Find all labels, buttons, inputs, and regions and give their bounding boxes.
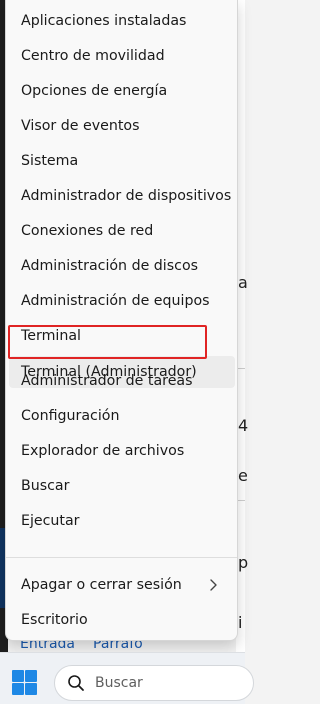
windows-logo-icon[interactable] <box>12 670 37 695</box>
taskbar-search-box[interactable] <box>54 665 254 701</box>
menu-item-run[interactable]: Ejecutar <box>6 506 237 536</box>
background-text-fragment: 4 <box>238 416 249 435</box>
menu-item-file-explorer[interactable]: Explorador de archivos <box>6 436 237 466</box>
menu-item-computer-management[interactable]: Administración de equipos <box>6 286 237 316</box>
menu-separator <box>6 557 237 558</box>
menu-item-disk-management[interactable]: Administración de discos <box>6 251 237 281</box>
background-text-fragment: i <box>238 613 243 632</box>
quick-link-menu: Aplicaciones instaladas Centro de movili… <box>5 0 238 641</box>
menu-item-desktop[interactable]: Escritorio <box>6 605 237 635</box>
search-input[interactable] <box>95 675 225 691</box>
menu-item-settings[interactable]: Configuración <box>6 401 237 431</box>
menu-item-task-manager[interactable]: Administrador de tareas <box>6 366 237 396</box>
background-text-fragment: p <box>238 553 249 572</box>
menu-item-search[interactable]: Buscar <box>6 471 237 501</box>
menu-item-mobility-center[interactable]: Centro de movilidad <box>6 41 237 71</box>
menu-item-event-viewer[interactable]: Visor de eventos <box>6 111 237 141</box>
menu-item-power-options[interactable]: Opciones de energía <box>6 76 237 106</box>
menu-item-device-manager[interactable]: Administrador de dispositivos <box>6 181 237 211</box>
search-icon <box>68 675 84 691</box>
menu-item-installed-apps[interactable]: Aplicaciones instaladas <box>6 6 237 36</box>
menu-item-network-connections[interactable]: Conexiones de red <box>6 216 237 246</box>
menu-item-terminal[interactable]: Terminal <box>6 321 237 351</box>
menu-item-shutdown-signout[interactable]: Apagar o cerrar sesión <box>6 570 237 600</box>
menu-item-label: Apagar o cerrar sesión <box>21 577 182 593</box>
background-text-fragment: e <box>238 466 248 485</box>
chevron-right-icon <box>210 579 217 591</box>
taskbar <box>0 652 254 704</box>
background-text-fragment: a <box>238 273 248 292</box>
menu-item-system[interactable]: Sistema <box>6 146 237 176</box>
